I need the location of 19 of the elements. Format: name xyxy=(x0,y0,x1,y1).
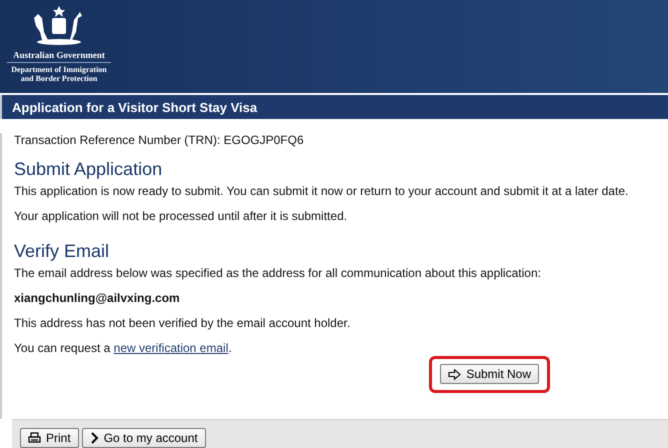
section-heading: Submit Application xyxy=(14,159,164,180)
email-address: xiangchunling@ailvxing.com xyxy=(14,291,181,305)
print-button[interactable]: Print xyxy=(20,428,79,448)
arrow-icon xyxy=(448,368,462,380)
printer-icon xyxy=(28,432,41,444)
verification-link[interactable]: new verification email xyxy=(114,341,228,355)
department-name: Department of Immigration and Border Protection xyxy=(11,65,107,83)
account-button[interactable]: Go to my account xyxy=(82,428,206,448)
government-name: Australian Government xyxy=(13,50,105,60)
paragraph: The email address below was specified as the address for all communication about this application: xyxy=(14,266,542,280)
submit-button[interactable]: Submit Now xyxy=(440,364,539,384)
chevron-icon xyxy=(90,432,99,444)
request-text: You can request a new verification email. xyxy=(14,341,233,355)
paragraph: This application is now ready to submit. You can submit it now or return to your account and submit it at a later date. xyxy=(14,184,630,198)
paragraph: Your application will not be processed until after it is submitted. xyxy=(14,209,348,223)
paragraph: This address has not been verified by the email account holder. xyxy=(14,316,352,330)
reference-number: Transaction Reference Number (TRN): EGOGJP0FQ6 xyxy=(14,133,305,147)
section-heading: Verify Email xyxy=(14,241,110,262)
page-title: Application for a Visitor Short Stay Visa xyxy=(12,100,258,114)
